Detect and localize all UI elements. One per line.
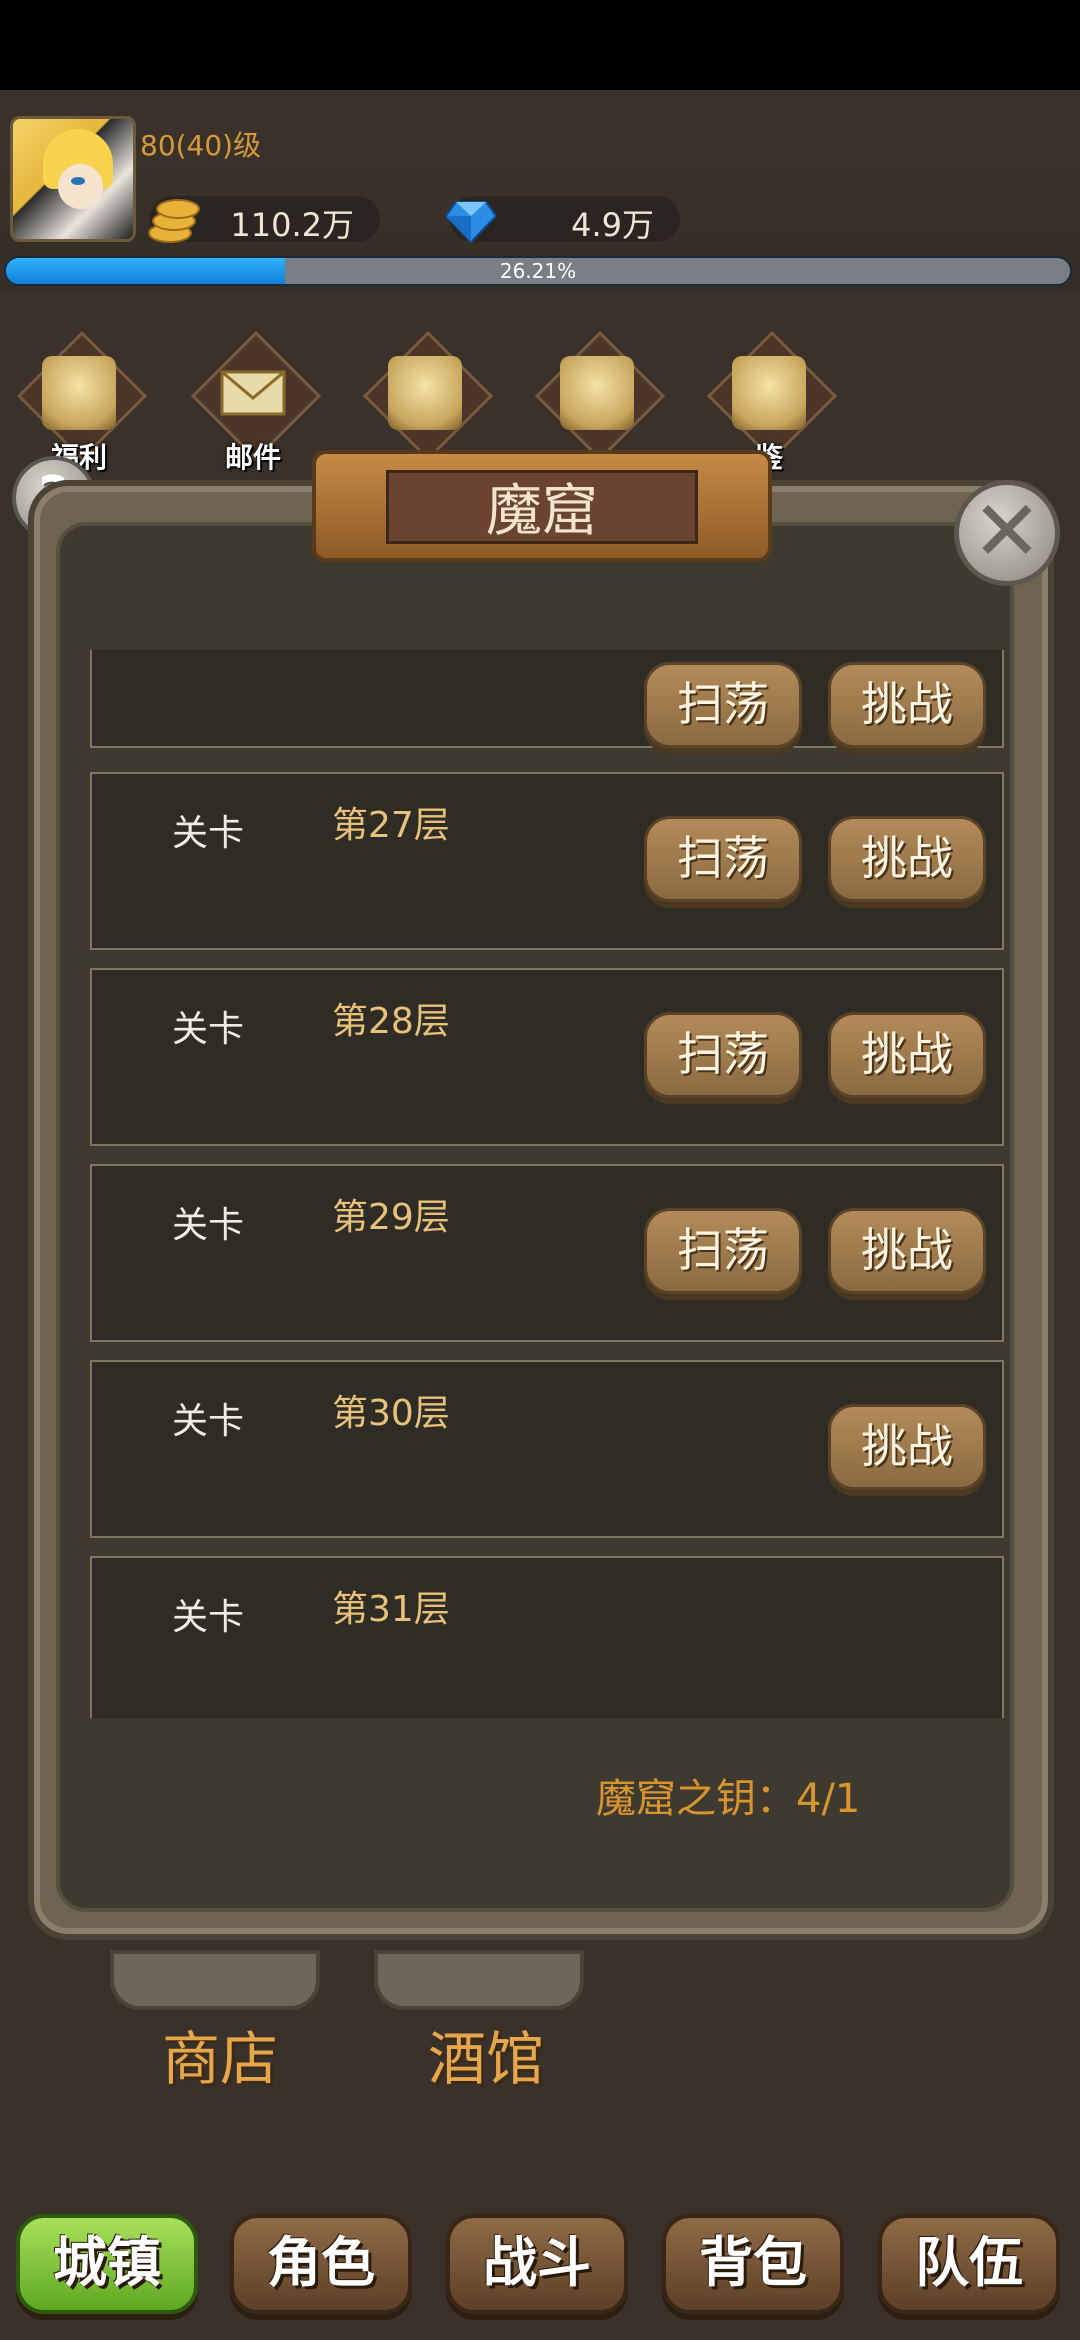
- floor-row: 关卡 第28层 扫荡 挑战: [90, 968, 1004, 1146]
- gold-value: 110.2万: [230, 206, 354, 244]
- welfare-button[interactable]: 福利: [14, 330, 148, 474]
- treasure-chest-icon: [560, 356, 634, 430]
- exp-progress-bar: 26.21%: [4, 256, 1072, 286]
- floor-label: 第28层: [332, 1001, 450, 1042]
- close-button[interactable]: ✕: [954, 480, 1060, 586]
- challenge-button[interactable]: 挑战: [828, 1208, 986, 1294]
- sweep-button[interactable]: 扫荡: [644, 1012, 802, 1098]
- sweep-button[interactable]: 扫荡: [644, 662, 802, 748]
- status-bar: [0, 0, 1080, 90]
- stage-label: 关卡: [172, 1597, 245, 1638]
- gold-coin-icon: [142, 195, 200, 243]
- blue-gem-icon: [446, 201, 496, 244]
- stage-label: 关卡: [172, 1205, 245, 1246]
- player-avatar[interactable]: [10, 116, 136, 242]
- challenge-button[interactable]: 挑战: [828, 1404, 986, 1490]
- shop-building[interactable]: [110, 1950, 320, 2010]
- glove-icon: [388, 356, 462, 430]
- stage-label: 关卡: [172, 813, 245, 854]
- floor-row: 关卡 第29层 扫荡 挑战: [90, 1164, 1004, 1342]
- avatar-face: [58, 164, 103, 209]
- floor-label: 第30层: [332, 1393, 450, 1434]
- sweep-button[interactable]: 扫荡: [644, 1208, 802, 1294]
- floor-row: 扫荡 挑战: [90, 650, 1004, 748]
- nav-character[interactable]: 角色: [230, 2214, 412, 2314]
- nav-battle[interactable]: 战斗: [446, 2214, 628, 2314]
- challenge-button[interactable]: 挑战: [828, 662, 986, 748]
- crest-icon: [732, 356, 806, 430]
- envelope-icon: [220, 370, 286, 416]
- stage-label: 关卡: [172, 1401, 245, 1442]
- bottom-navbar: 城镇 角色 战斗 背包 队伍: [0, 2200, 1080, 2340]
- stage-label: 关卡: [172, 1009, 245, 1050]
- crest-icon: [42, 356, 116, 430]
- cave-key-count: 魔窟之钥：4/1: [596, 1776, 861, 1822]
- shop-label[interactable]: 商店: [162, 2012, 278, 2096]
- floor-label: 第27层: [332, 805, 450, 846]
- player-level: 80(40)级: [140, 129, 262, 162]
- challenge-button[interactable]: 挑战: [828, 816, 986, 902]
- dialog-title: 魔窟: [486, 479, 598, 544]
- nav-town[interactable]: 城镇: [16, 2214, 198, 2314]
- gem-value: 4.9万: [571, 206, 654, 244]
- avatar-eye: [71, 177, 85, 185]
- floor-list[interactable]: 扫荡 挑战 关卡 第27层 扫荡 挑战 关卡 第28层 扫荡 挑战 关卡 第29…: [86, 650, 1008, 1718]
- floor-label: 第29层: [332, 1197, 450, 1238]
- dialog-title-plate: 魔窟: [312, 450, 772, 562]
- sweep-button[interactable]: 扫荡: [644, 816, 802, 902]
- nav-team[interactable]: 队伍: [878, 2214, 1060, 2314]
- tavern-building[interactable]: [374, 1950, 584, 2010]
- exp-progress-label: 26.21%: [499, 259, 577, 283]
- mail-button[interactable]: 邮件: [188, 330, 322, 474]
- tavern-label[interactable]: 酒馆: [428, 2012, 544, 2096]
- floor-label: 第31层: [332, 1589, 450, 1630]
- floor-row: 关卡 第31层: [90, 1556, 1004, 1718]
- floor-row: 关卡 第27层 扫荡 挑战: [90, 772, 1004, 950]
- challenge-button[interactable]: 挑战: [828, 1012, 986, 1098]
- nav-backpack[interactable]: 背包: [662, 2214, 844, 2314]
- floor-row: 关卡 第30层 挑战: [90, 1360, 1004, 1538]
